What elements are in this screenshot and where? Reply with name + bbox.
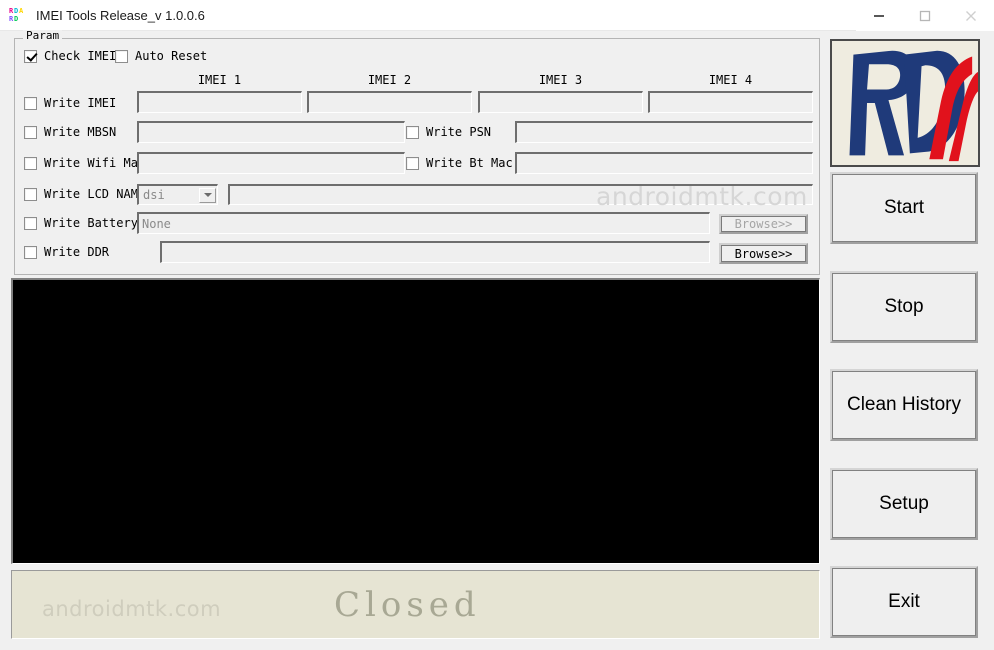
- lcd-name-select[interactable]: dsi: [137, 184, 218, 205]
- checkbox-write-bt-mac-label: Write Bt Mac: [426, 156, 513, 170]
- checkbox-write-battery-box[interactable]: [24, 217, 37, 230]
- checkbox-write-wifi-mac[interactable]: Write Wifi Mac: [24, 157, 145, 170]
- battery-browse-button[interactable]: Browse>>: [719, 214, 808, 234]
- checkbox-write-lcd-name-label: Write LCD NAME: [44, 187, 146, 201]
- ddr-browse-button[interactable]: Browse>>: [719, 243, 808, 264]
- checkbox-write-psn-label: Write PSN: [426, 125, 492, 139]
- imei-2-header: IMEI 2: [367, 73, 412, 87]
- checkbox-write-imei-box[interactable]: [24, 97, 37, 110]
- title-bar: RDA RD IMEI Tools Release_v 1.0.0.6: [0, 0, 994, 31]
- window-title: IMEI Tools Release_v 1.0.0.6: [36, 7, 205, 23]
- checkbox-write-ddr-box[interactable]: [24, 246, 37, 259]
- setup-button[interactable]: Setup: [830, 468, 978, 540]
- checkbox-write-mbsn[interactable]: Write MBSN: [24, 126, 116, 139]
- bt-mac-input[interactable]: [515, 152, 813, 174]
- checkbox-write-lcd-name[interactable]: Write LCD NAME: [24, 188, 145, 201]
- lcd-name-selected-value: dsi: [143, 188, 165, 202]
- checkbox-write-bt-mac[interactable]: Write Bt Mac: [406, 157, 513, 170]
- ddr-input[interactable]: [160, 241, 710, 263]
- status-bar: androidmtk.com Closed: [11, 570, 820, 639]
- checkbox-write-wifi-mac-label: Write Wifi Mac: [44, 156, 146, 170]
- checkbox-write-ddr-label: Write DDR: [44, 245, 110, 259]
- log-output-panel[interactable]: [11, 278, 820, 564]
- checkbox-write-mbsn-box[interactable]: [24, 126, 37, 139]
- psn-input[interactable]: [515, 121, 813, 143]
- imei-4-input[interactable]: [648, 91, 813, 113]
- window-controls: [856, 0, 994, 31]
- checkbox-write-lcd-name-box[interactable]: [24, 188, 37, 201]
- status-text: Closed: [334, 584, 481, 625]
- battery-input[interactable]: None: [137, 212, 710, 234]
- checkbox-write-imei[interactable]: Write IMEI: [24, 97, 116, 110]
- checkbox-write-battery-label: Write Battery: [44, 216, 138, 230]
- checkbox-check-imei[interactable]: Check IMEI: [24, 50, 116, 63]
- application-window: RDA RD IMEI Tools Release_v 1.0.0.6 Para…: [0, 0, 994, 650]
- checkbox-check-imei-box[interactable]: [24, 50, 37, 63]
- rda-logo: [830, 39, 980, 167]
- exit-button[interactable]: Exit: [830, 566, 978, 638]
- checkbox-auto-reset[interactable]: Auto Reset: [115, 50, 207, 63]
- mbsn-input[interactable]: [137, 121, 405, 143]
- imei-2-input[interactable]: [307, 91, 472, 113]
- imei-3-input[interactable]: [478, 91, 643, 113]
- imei-4-header: IMEI 4: [708, 73, 753, 87]
- checkbox-auto-reset-label: Auto Reset: [135, 49, 208, 63]
- imei-1-header: IMEI 1: [197, 73, 242, 87]
- checkbox-write-bt-mac-box[interactable]: [406, 157, 419, 170]
- param-group-legend: Param: [23, 30, 63, 42]
- checkbox-write-wifi-mac-box[interactable]: [24, 157, 37, 170]
- rda-app-icon: RDA RD: [9, 7, 24, 23]
- start-button[interactable]: Start: [830, 172, 978, 244]
- clean-history-button[interactable]: Clean History: [830, 369, 978, 441]
- minimize-icon[interactable]: [856, 0, 902, 31]
- lcd-name-input[interactable]: [228, 184, 813, 205]
- checkbox-write-psn-box[interactable]: [406, 126, 419, 139]
- chevron-down-icon[interactable]: [199, 187, 216, 203]
- checkbox-write-mbsn-label: Write MBSN: [44, 125, 117, 139]
- maximize-icon[interactable]: [902, 0, 948, 31]
- checkbox-write-ddr[interactable]: Write DDR: [24, 246, 109, 259]
- close-icon[interactable]: [948, 0, 994, 31]
- checkbox-write-battery[interactable]: Write Battery: [24, 217, 138, 230]
- checkbox-auto-reset-box[interactable]: [115, 50, 128, 63]
- checkbox-check-imei-label: Check IMEI: [44, 49, 117, 63]
- imei-1-input[interactable]: [137, 91, 302, 113]
- checkbox-write-psn[interactable]: Write PSN: [406, 126, 491, 139]
- wifi-mac-input[interactable]: [137, 152, 405, 174]
- imei-3-header: IMEI 3: [538, 73, 583, 87]
- stop-button[interactable]: Stop: [830, 271, 978, 343]
- checkbox-write-imei-label: Write IMEI: [44, 96, 117, 110]
- watermark-status: androidmtk.com: [42, 597, 222, 621]
